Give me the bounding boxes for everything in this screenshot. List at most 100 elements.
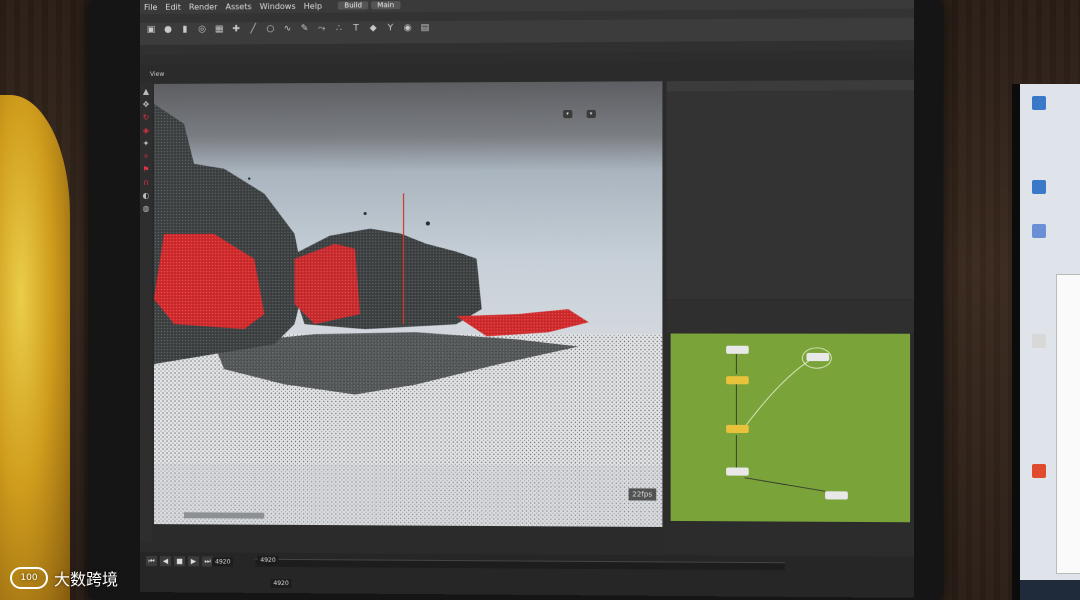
metaball-tool[interactable]: ◉: [401, 23, 415, 41]
desktop-icon[interactable]: [1024, 180, 1054, 195]
metaball-icon: ◉: [403, 23, 412, 34]
platonic-tool[interactable]: ◆: [366, 23, 380, 41]
step-back-button[interactable]: ◀: [159, 556, 172, 567]
network-node[interactable]: [825, 491, 848, 500]
stop-button[interactable]: ■: [174, 556, 186, 567]
parameter-panel: [666, 79, 915, 300]
watermark: 100 大数跨境: [10, 566, 118, 590]
param-row: [667, 140, 915, 150]
pose-icon[interactable]: ✧: [143, 152, 150, 161]
snap-icon[interactable]: ⚑: [142, 165, 149, 174]
draw-curve-icon: ✎: [300, 23, 309, 34]
node-box: [726, 376, 749, 385]
desktop-icon[interactable]: [1024, 464, 1054, 479]
desktop-icon[interactable]: [1024, 224, 1054, 239]
font-tool[interactable]: T: [349, 23, 363, 41]
platonic-icon: ◆: [369, 23, 377, 34]
tube-icon: ▮: [182, 24, 188, 35]
menu-assets[interactable]: Assets: [226, 2, 252, 11]
sphere-tool[interactable]: ●: [161, 25, 175, 43]
desktop-icon[interactable]: [1024, 96, 1054, 111]
box-tool[interactable]: ▣: [144, 25, 158, 43]
lsystem-icon: Y: [387, 23, 394, 34]
font-icon: T: [353, 23, 359, 34]
menu-edit[interactable]: Edit: [165, 2, 181, 11]
network-node[interactable]: [726, 376, 749, 385]
desktop-icon[interactable]: [1024, 334, 1054, 349]
app-icon: [1032, 224, 1046, 238]
spraypaint-tool[interactable]: ∴: [332, 24, 346, 42]
computer-icon: [1032, 96, 1046, 110]
file-icon: ▤: [420, 23, 430, 34]
file-tool[interactable]: ▤: [418, 23, 432, 41]
path-tool[interactable]: ⤳: [315, 24, 329, 42]
box-icon: ▣: [146, 24, 156, 35]
network-node[interactable]: [726, 467, 749, 476]
magnet-icon[interactable]: ∩: [143, 178, 149, 187]
desk-build[interactable]: Build: [338, 1, 369, 10]
document-window[interactable]: [1056, 274, 1080, 574]
param-row: [667, 171, 915, 181]
timeline-ruler[interactable]: [255, 558, 785, 571]
rotate-icon[interactable]: ↻: [143, 113, 150, 122]
timeline: ⏮ ◀ ■ ▶ ⏭ 4920 4920 4920: [140, 552, 915, 598]
secondary-monitor: [1012, 84, 1080, 600]
line-icon: ╱: [250, 24, 256, 35]
circle-tool[interactable]: ○: [263, 24, 277, 42]
network-editor[interactable]: [670, 333, 911, 523]
point-cloud-scene: [153, 103, 663, 527]
menu-render[interactable]: Render: [189, 2, 218, 11]
network-node[interactable]: [726, 424, 749, 434]
network-node[interactable]: [806, 352, 830, 362]
menu-file[interactable]: File: [144, 2, 157, 11]
menu-help[interactable]: Help: [304, 1, 322, 10]
param-row: [667, 120, 915, 130]
scale-icon[interactable]: ◈: [143, 126, 149, 135]
persp-button[interactable]: ▾: [563, 110, 572, 119]
tube-tool[interactable]: ▮: [178, 25, 192, 43]
move-icon[interactable]: ✥: [143, 100, 150, 109]
jump-start-button[interactable]: ⏮: [145, 556, 157, 567]
grid-tool[interactable]: ▦: [212, 24, 226, 42]
param-field[interactable]: [738, 103, 894, 105]
watermark-text: 大数跨境: [54, 570, 119, 589]
camera-icon[interactable]: ◍: [142, 204, 149, 213]
node-box: [806, 352, 830, 362]
node-box: [726, 467, 749, 476]
watermark-logo: 100: [10, 567, 48, 589]
handle-icon[interactable]: ✦: [143, 139, 150, 148]
curve-tool[interactable]: ∿: [280, 24, 294, 42]
network-node[interactable]: [726, 345, 749, 354]
sphere-icon: ●: [164, 24, 172, 35]
viewport-label: View: [149, 70, 165, 78]
houdini-window: File Edit Render Assets Windows Help Bui…: [140, 0, 915, 598]
null-tool[interactable]: ✚: [229, 24, 243, 42]
select-icon[interactable]: ▲: [143, 87, 149, 96]
node-box: [825, 491, 848, 500]
line-tool[interactable]: ╱: [246, 24, 260, 42]
play-button[interactable]: ▶: [188, 556, 200, 567]
yellow-bag: [0, 95, 70, 600]
param-field[interactable]: [738, 124, 894, 125]
lsystem-tool[interactable]: Y: [383, 23, 397, 41]
start-frame-field[interactable]: 4920: [270, 578, 292, 589]
circle-icon: ○: [266, 24, 275, 35]
camera-menu-button[interactable]: ▾: [586, 109, 596, 119]
display-icon[interactable]: ◐: [142, 191, 149, 200]
network-tabs: [667, 300, 915, 310]
param-row: [667, 130, 915, 140]
drawcurve-tool[interactable]: ✎: [298, 24, 312, 42]
fps-readout: 22fps: [628, 488, 657, 501]
null-icon: ✚: [232, 24, 240, 35]
param-row: [667, 99, 915, 109]
scene-viewport[interactable]: ▾ ▾ 22fps: [153, 81, 663, 527]
current-frame-field[interactable]: 4920: [212, 557, 234, 567]
menu-windows[interactable]: Windows: [260, 1, 296, 10]
node-box: [726, 424, 749, 434]
timeline-frame-marker: 4920: [257, 555, 279, 565]
playback-controls: ⏮ ◀ ■ ▶ ⏭: [145, 556, 214, 567]
torus-tool[interactable]: ◎: [195, 25, 209, 43]
desk-main[interactable]: Main: [371, 1, 401, 10]
viewport-toolbar: ▲ ✥ ↻ ◈ ✦ ✧ ⚑ ∩ ◐ ◍: [140, 81, 152, 543]
spray-icon: ∴: [335, 23, 342, 34]
